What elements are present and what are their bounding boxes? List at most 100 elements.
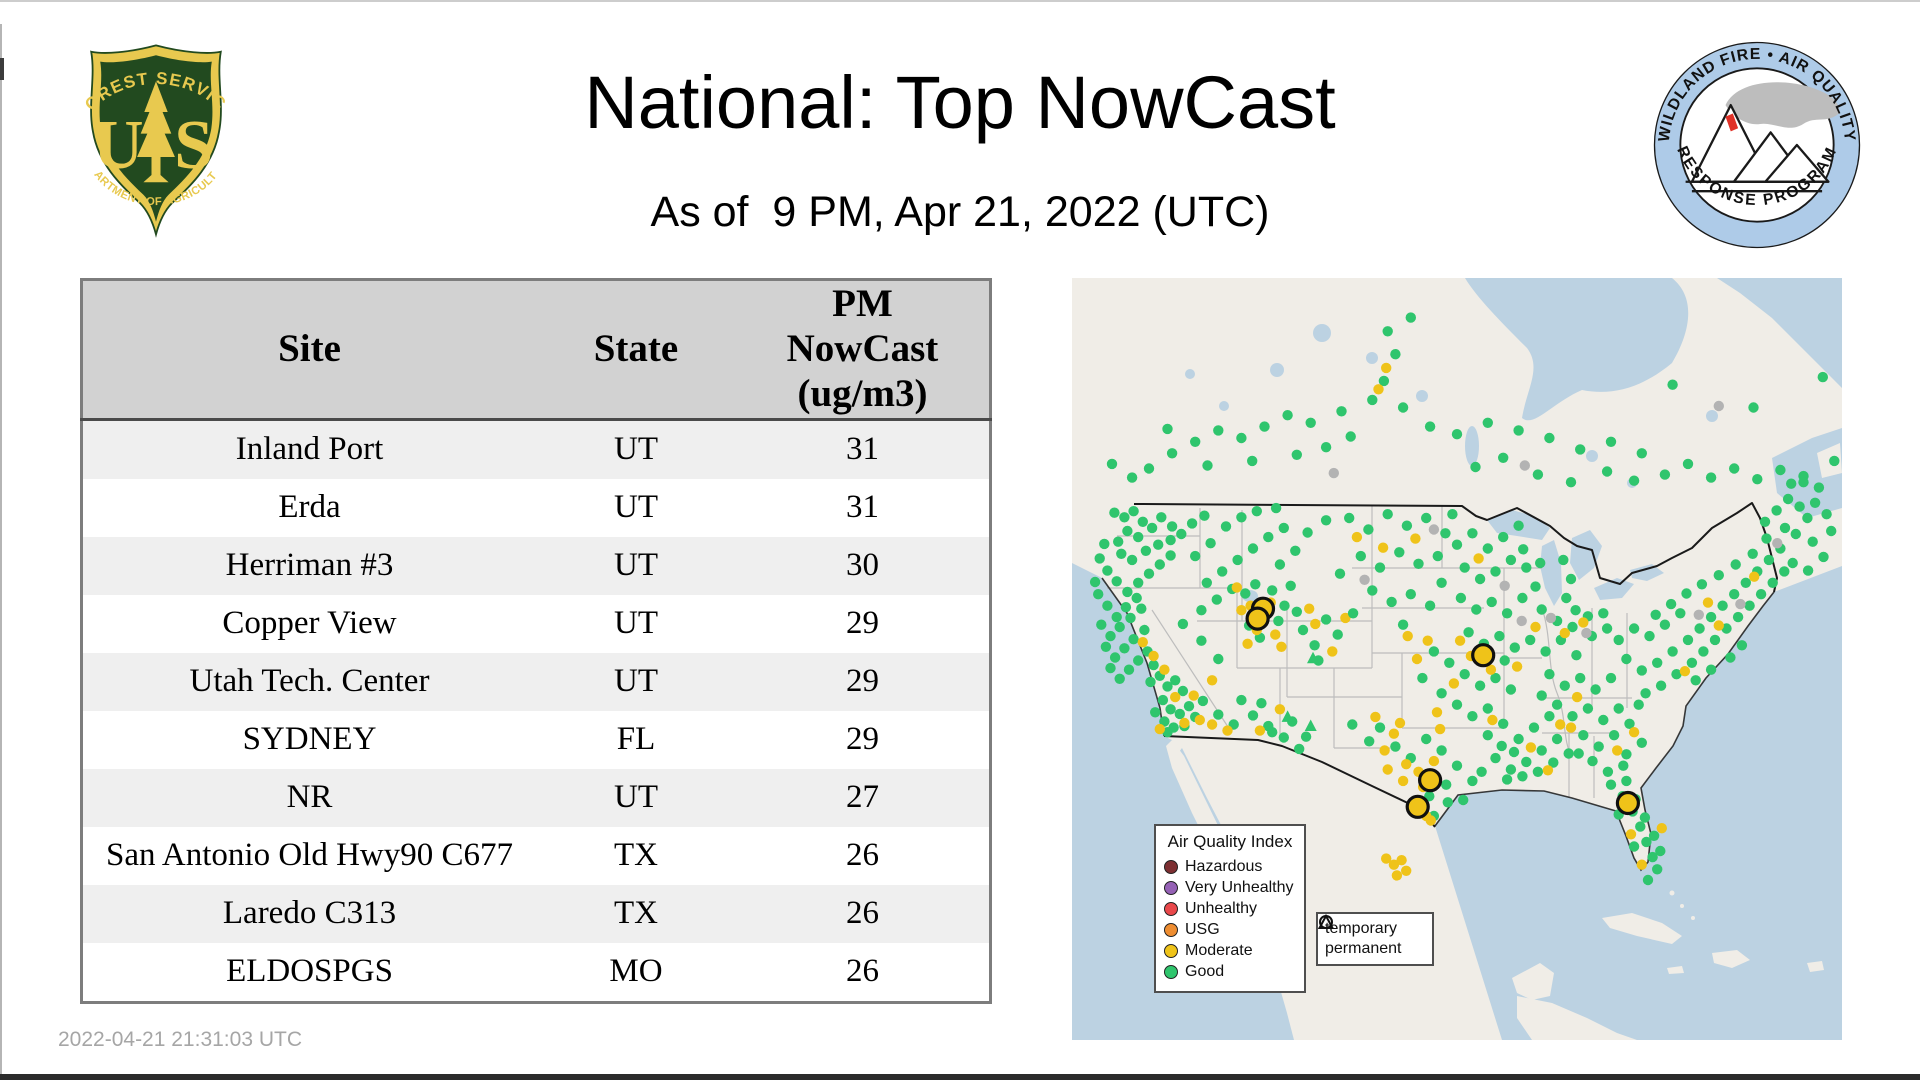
- monitor-dot[interactable]: [1705, 664, 1717, 675]
- monitor-dot[interactable]: [1302, 527, 1313, 538]
- monitor-dot[interactable]: [1667, 379, 1678, 390]
- monitor-dot[interactable]: [1114, 673, 1125, 684]
- monitor-dot[interactable]: [1263, 531, 1274, 543]
- monitor-dot[interactable]: [1267, 727, 1278, 738]
- monitor-dot[interactable]: [1345, 431, 1356, 442]
- monitor-dot[interactable]: [1120, 602, 1132, 613]
- monitor-dot[interactable]: [1747, 548, 1758, 559]
- monitor-dot[interactable]: [1276, 641, 1287, 652]
- monitor-dot[interactable]: [1729, 463, 1740, 474]
- monitor-dot[interactable]: [1128, 506, 1139, 517]
- monitor-dot[interactable]: [1621, 775, 1632, 787]
- monitor-dot[interactable]: [1300, 731, 1312, 742]
- top-nowcast-site-marker[interactable]: [1245, 606, 1270, 631]
- monitor-dot[interactable]: [1405, 312, 1416, 323]
- monitor-dot[interactable]: [1394, 717, 1406, 729]
- monitor-dot[interactable]: [1458, 794, 1469, 806]
- monitor-dot[interactable]: [1561, 592, 1572, 604]
- monitor-dot[interactable]: [1459, 669, 1470, 680]
- monitor-dot[interactable]: [1162, 423, 1173, 435]
- monitor-dot[interactable]: [1559, 680, 1570, 691]
- monitor-dot[interactable]: [1320, 515, 1332, 526]
- monitor-dot[interactable]: [1559, 627, 1570, 639]
- monitor-dot[interactable]: [1496, 740, 1507, 752]
- monitor-dot[interactable]: [1105, 630, 1116, 642]
- monitor-dot[interactable]: [1217, 566, 1228, 577]
- monitor-dot[interactable]: [1157, 694, 1169, 706]
- monitor-dot[interactable]: [1205, 538, 1216, 549]
- monitor-dot[interactable]: [1473, 553, 1484, 564]
- monitor-dot[interactable]: [1605, 779, 1617, 790]
- monitor-dot[interactable]: [1505, 554, 1517, 566]
- monitor-dot[interactable]: [1639, 812, 1651, 823]
- monitor-dot[interactable]: [1381, 362, 1392, 374]
- monitor-dot[interactable]: [1174, 708, 1185, 720]
- monitor-dot[interactable]: [1309, 640, 1320, 651]
- monitor-dot[interactable]: [1755, 589, 1767, 600]
- monitor-dot[interactable]: [1285, 580, 1296, 591]
- monitor-dot[interactable]: [1374, 722, 1386, 733]
- monitor-dot[interactable]: [1278, 732, 1289, 743]
- monitor-dot[interactable]: [1451, 539, 1463, 550]
- monitor-dot[interactable]: [1467, 711, 1478, 722]
- monitor-dot[interactable]: [1444, 657, 1455, 668]
- monitor-dot[interactable]: [1786, 478, 1797, 489]
- monitor-dot[interactable]: [1517, 592, 1528, 604]
- monitor-dot[interactable]: [1771, 505, 1782, 516]
- monitor-dot[interactable]: [1381, 853, 1392, 864]
- monitor-dot[interactable]: [1665, 598, 1677, 610]
- monitor-dot[interactable]: [1447, 509, 1458, 520]
- monitor-dot[interactable]: [1140, 545, 1152, 556]
- monitor-dot[interactable]: [1282, 410, 1293, 421]
- monitor-dot[interactable]: [1570, 605, 1581, 616]
- monitor-dot[interactable]: [1137, 516, 1148, 527]
- monitor-dot[interactable]: [1454, 635, 1466, 646]
- monitor-dot[interactable]: [1146, 522, 1158, 534]
- monitor-dot[interactable]: [1099, 538, 1110, 550]
- monitor-dot[interactable]: [1126, 472, 1138, 483]
- monitor-dot[interactable]: [1424, 600, 1436, 611]
- monitor-dot[interactable]: [1405, 589, 1416, 600]
- monitor-dot[interactable]: [1434, 723, 1446, 735]
- monitor-dot[interactable]: [1336, 406, 1347, 417]
- monitor-dot[interactable]: [1652, 657, 1663, 668]
- monitor-dot[interactable]: [1165, 704, 1176, 715]
- top-nowcast-site-marker[interactable]: [1471, 643, 1496, 668]
- monitor-dot[interactable]: [1197, 695, 1209, 707]
- monitor-dot[interactable]: [1179, 717, 1190, 729]
- monitor-dot[interactable]: [1259, 421, 1270, 432]
- aqi-map[interactable]: Air Quality Index Hazardous Very Unhealth…: [1072, 278, 1842, 1040]
- monitor-dot[interactable]: [1821, 509, 1832, 520]
- monitor-dot[interactable]: [1397, 775, 1409, 787]
- monitor-dot[interactable]: [1567, 711, 1578, 722]
- monitor-dot[interactable]: [1551, 699, 1563, 710]
- monitor-dot[interactable]: [1270, 629, 1281, 640]
- monitor-dot[interactable]: [1545, 612, 1557, 624]
- monitor-dot[interactable]: [1501, 608, 1513, 619]
- monitor-dot[interactable]: [1145, 676, 1156, 688]
- monitor-dot[interactable]: [1367, 585, 1378, 596]
- monitor-dot[interactable]: [1196, 605, 1207, 616]
- monitor-dot[interactable]: [1133, 655, 1144, 666]
- monitor-dot[interactable]: [1102, 565, 1113, 576]
- monitor-dot[interactable]: [1612, 745, 1623, 756]
- monitor-dot[interactable]: [1682, 458, 1694, 470]
- monitor-dot[interactable]: [1725, 652, 1736, 663]
- monitor-dot[interactable]: [1759, 516, 1771, 527]
- monitor-dot[interactable]: [1109, 507, 1120, 518]
- monitor-dot[interactable]: [1166, 521, 1178, 532]
- monitor-dot[interactable]: [1575, 672, 1586, 684]
- monitor-dot[interactable]: [1655, 845, 1666, 857]
- monitor-dot[interactable]: [1279, 600, 1290, 611]
- monitor-dot[interactable]: [1213, 653, 1224, 665]
- monitor-dot[interactable]: [1206, 719, 1218, 730]
- monitor-dot[interactable]: [1779, 566, 1790, 577]
- monitor-dot[interactable]: [1817, 371, 1828, 383]
- monitor-dot[interactable]: [1133, 531, 1144, 543]
- monitor-dot[interactable]: [1231, 582, 1242, 593]
- monitor-dot[interactable]: [1440, 528, 1451, 539]
- monitor-dot[interactable]: [1183, 701, 1195, 712]
- monitor-dot[interactable]: [1386, 596, 1397, 608]
- monitor-dot[interactable]: [1351, 531, 1363, 543]
- monitor-dot[interactable]: [1744, 600, 1755, 611]
